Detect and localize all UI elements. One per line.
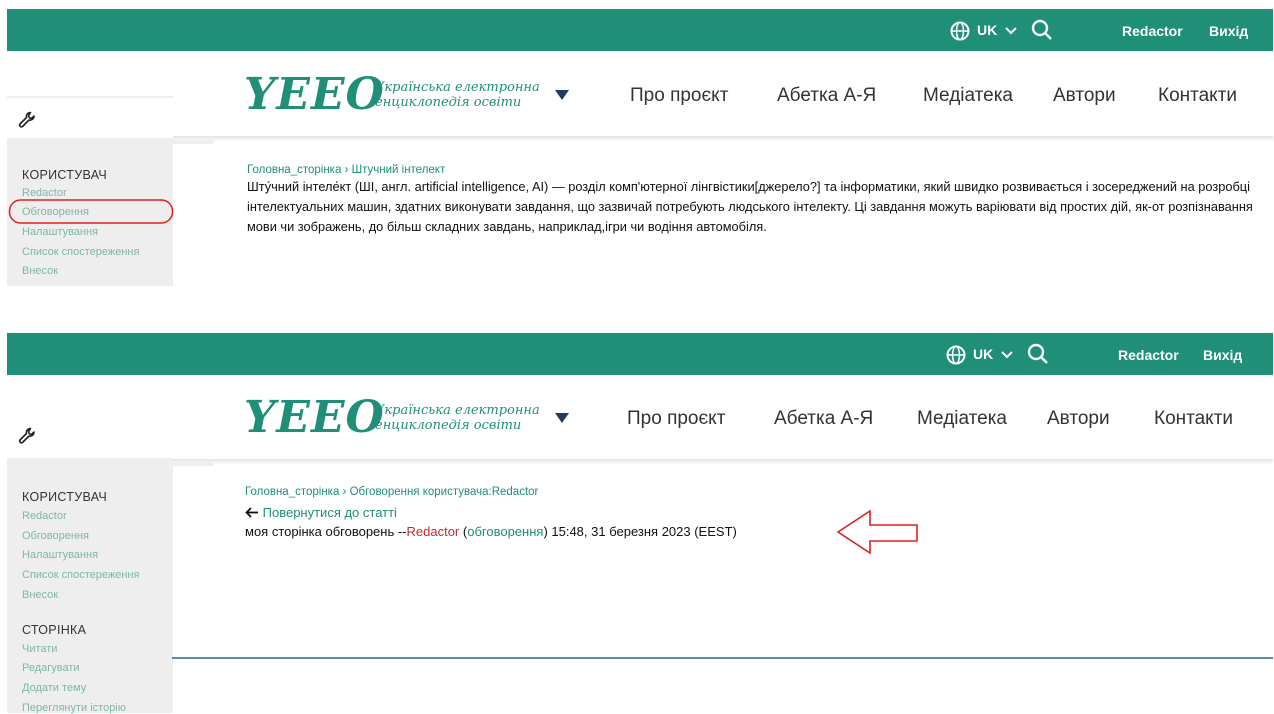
comment-talk-link[interactable]: обговорення (467, 524, 543, 539)
breadcrumb[interactable]: Головна_сторінка › Обговорення користува… (245, 486, 538, 498)
top-bar (7, 9, 1273, 51)
back-link-label[interactable]: Повернутися до статті (263, 505, 397, 520)
nav-item-about[interactable]: Про проєкт (627, 408, 725, 430)
search-icon[interactable] (1031, 19, 1053, 41)
logout-link[interactable]: Вихід (1203, 347, 1242, 363)
sidebar-item-contributions[interactable]: Внесок (22, 265, 58, 277)
nav-item-authors[interactable]: Автори (1053, 85, 1116, 107)
logo-subtitle: Українська електронна енциклопедія освіт… (375, 80, 540, 110)
arrow-left-icon (245, 507, 258, 518)
comment-user-link[interactable]: Redactor (407, 524, 460, 539)
language-selector[interactable]: UK (973, 346, 993, 362)
talk-comment: моя сторінка обговорень --Redactor (обго… (245, 524, 737, 539)
logo-subtitle: Українська електронна енциклопедія освіт… (375, 403, 540, 433)
sidebar-item-contributions[interactable]: Внесок (22, 589, 58, 601)
sidebar-strip (173, 462, 213, 466)
content-divider (172, 657, 1273, 659)
nav-item-alphabet[interactable]: Абетка А-Я (777, 85, 876, 107)
dropdown-arrow-icon[interactable] (555, 413, 569, 423)
sidebar-item-add-topic[interactable]: Додати тему (22, 682, 86, 694)
header-shadow (172, 136, 1273, 142)
sidebar-heading-user: КОРИСТУВАЧ (22, 490, 107, 504)
globe-icon[interactable] (950, 21, 970, 41)
nav-item-media[interactable]: Медіатека (917, 408, 1007, 430)
chevron-down-icon[interactable] (1005, 27, 1017, 35)
wrench-icon[interactable] (18, 111, 36, 129)
back-link[interactable]: Повернутися до статті (245, 505, 397, 520)
sidebar-heading-user: КОРИСТУВАЧ (22, 168, 107, 182)
logo[interactable]: YEEO (244, 73, 385, 117)
sidebar-item-watchlist[interactable]: Список спостереження (22, 246, 139, 258)
article-paragraph: Шту́чний інтеле́кт (ШІ, англ. artificial… (247, 179, 1253, 234)
user-link[interactable]: Redactor (1122, 23, 1183, 39)
sidebar-item-redactor[interactable]: Redactor (22, 510, 67, 522)
highlight-ellipse (8, 199, 174, 224)
nav-item-authors[interactable]: Автори (1047, 408, 1110, 430)
logo[interactable]: YEEO (244, 396, 385, 440)
nav-item-media[interactable]: Медіатека (923, 85, 1013, 107)
nav-item-contacts[interactable]: Контакти (1158, 85, 1237, 107)
sidebar-strip (173, 140, 213, 144)
sidebar-item-edit[interactable]: Редагувати (22, 662, 80, 674)
sidebar-heading-page: СТОРІНКА (22, 623, 87, 637)
breadcrumb[interactable]: Головна_сторінка › Штучний інтелект (247, 164, 445, 176)
sidebar-item-read[interactable]: Читати (22, 643, 57, 655)
chevron-down-icon[interactable] (1001, 351, 1013, 359)
header-shadow (172, 459, 1273, 465)
sidebar-item-watchlist[interactable]: Список спостереження (22, 569, 139, 581)
sidebar-item-settings[interactable]: Налаштування (22, 226, 98, 238)
wrench-icon[interactable] (18, 427, 36, 445)
comment-text: моя сторінка обговорень -- (245, 524, 407, 539)
globe-icon[interactable] (946, 345, 966, 365)
comment-timestamp: ) 15:48, 31 березня 2023 (EEST) (543, 524, 737, 539)
annotation-arrow-icon (836, 509, 918, 555)
language-selector[interactable]: UK (977, 22, 997, 38)
sidebar-item-settings[interactable]: Налаштування (22, 549, 98, 561)
top-bar (7, 333, 1273, 375)
nav-item-contacts[interactable]: Контакти (1154, 408, 1233, 430)
nav-item-about[interactable]: Про проєкт (630, 85, 728, 107)
logout-link[interactable]: Вихід (1209, 23, 1248, 39)
sidebar-item-talk[interactable]: Обговорення (22, 530, 89, 542)
nav-item-alphabet[interactable]: Абетка А-Я (774, 408, 873, 430)
dropdown-arrow-icon[interactable] (555, 90, 569, 100)
search-icon[interactable] (1027, 343, 1049, 365)
sidebar-item-history[interactable]: Переглянути історію (22, 702, 126, 714)
user-link[interactable]: Redactor (1118, 347, 1179, 363)
